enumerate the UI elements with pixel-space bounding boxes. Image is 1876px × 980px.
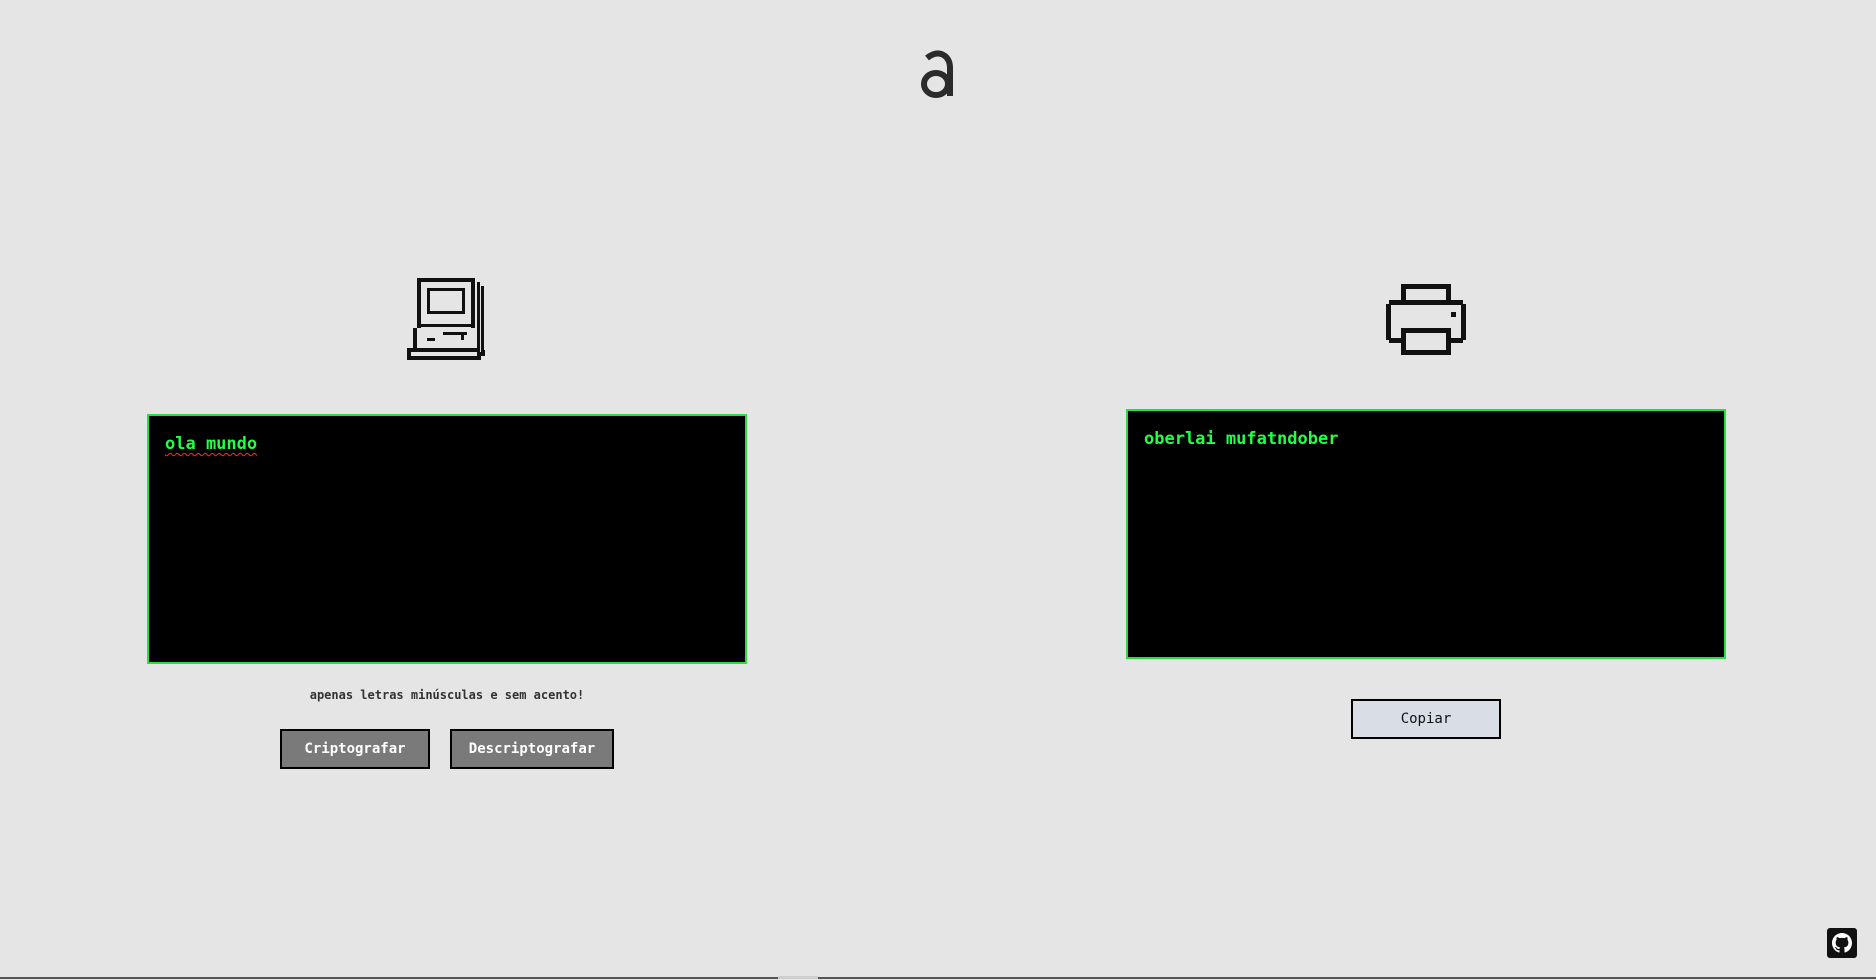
bottom-divider [0,977,1876,979]
input-hint: apenas letras minúsculas e sem acento! [309,688,585,702]
github-icon [1832,933,1852,953]
alura-logo-icon [921,50,953,98]
copy-button[interactable]: Copiar [1351,699,1501,739]
github-link[interactable] [1827,928,1857,958]
bottom-notch [778,976,818,979]
computer-icon [407,278,485,360]
message-input[interactable]: ola mundo [147,414,747,664]
result-output[interactable]: oberlai mufatndober [1126,409,1726,659]
encrypt-button[interactable]: Criptografar [280,729,430,769]
input-text: ola mundo [165,434,258,454]
page: ola mundo oberlai mufatndober apenas let… [0,0,1876,980]
decrypt-button[interactable]: Descriptografar [450,729,614,769]
output-text: oberlai mufatndober [1144,429,1339,449]
printer-icon [1386,284,1466,355]
